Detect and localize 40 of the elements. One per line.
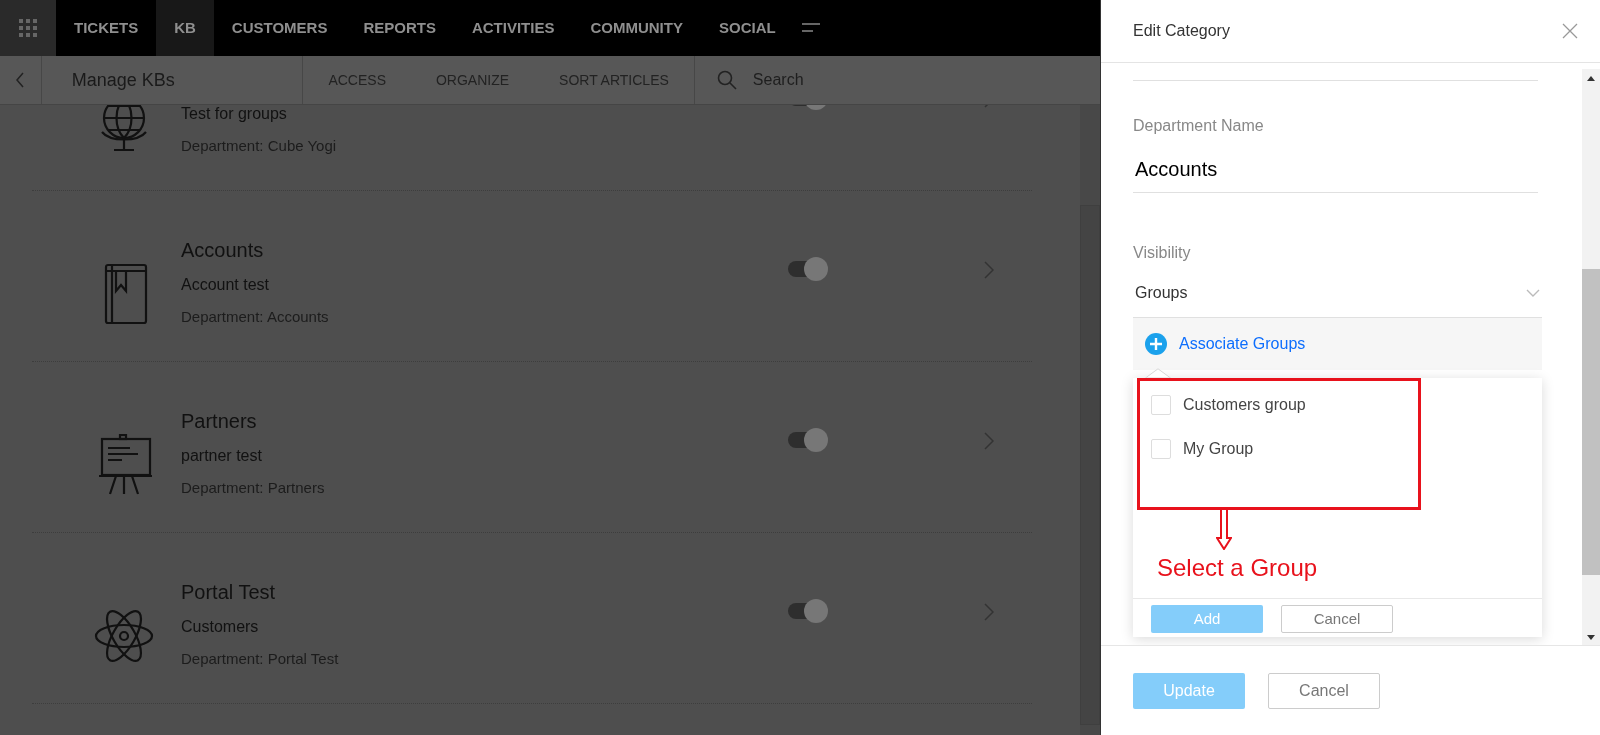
add-icon[interactable] [1145,333,1167,355]
chevron-icon[interactable] [984,603,994,621]
panel-title: Edit Category [1133,21,1230,41]
nav-tab[interactable]: SOCIAL [700,0,794,56]
cancel-button[interactable]: Cancel [1281,605,1393,633]
close-icon[interactable] [1562,23,1578,39]
category-description: Customers [181,617,260,637]
category-name: Accounts [181,238,265,263]
nav-tab[interactable]: KB [156,0,214,56]
search-icon[interactable] [716,70,737,90]
scroll-down-icon[interactable] [1587,635,1595,641]
apps-grid-icon[interactable] [0,0,56,56]
page-title: Manage KBs [41,56,304,104]
scrollbar[interactable] [1582,69,1600,645]
associate-groups-link[interactable]: Associate Groups [1179,332,1306,356]
nav-tab[interactable]: CUSTOMERS [213,0,346,56]
nav-tab[interactable]: TICKETS [56,0,157,56]
scroll-up-icon[interactable] [1587,75,1595,81]
chevron-icon[interactable] [984,261,994,279]
annotation-text: Select a Group [1157,553,1319,583]
scrollbar[interactable] [1080,105,1100,735]
nav-tab[interactable]: COMMUNITY [572,0,701,56]
checkbox[interactable] [1151,395,1171,415]
back-icon [15,72,26,88]
field-label: Visibility [1133,243,1192,263]
category-description: partner test [181,446,263,466]
category-name: Partners [181,409,258,434]
field-label: Department Name [1133,116,1265,136]
nav-tab[interactable]: ACTIVITIES [453,0,573,56]
nav-tab[interactable]: REPORTS [345,0,454,56]
category-name: Portal Test [181,580,277,605]
chevron-icon[interactable] [984,432,994,450]
checkbox[interactable] [1151,439,1171,459]
category-description: Test for groups [181,105,288,124]
checkbox-label: Customers group [1183,395,1306,415]
cancel-button[interactable]: Cancel [1268,672,1380,709]
search-field[interactable]: Search [750,67,1051,93]
category-description: Account test [181,275,271,295]
checkbox-label: My Group [1183,439,1254,459]
chevron-down-icon [1526,289,1540,297]
